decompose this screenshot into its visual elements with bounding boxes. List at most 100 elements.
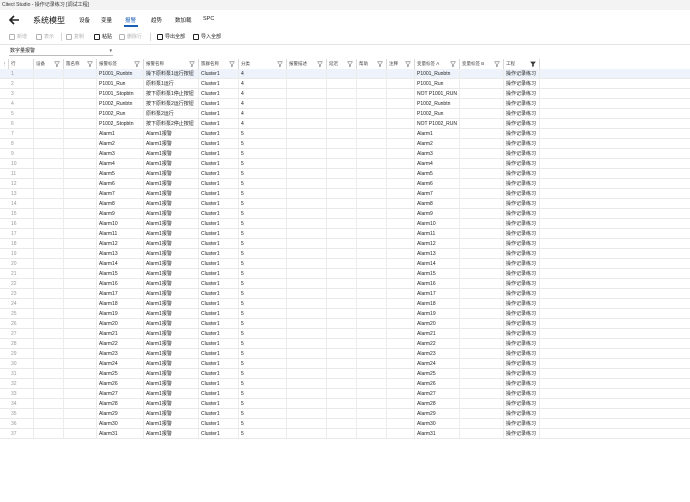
import-all-button[interactable]: 导入全部 (193, 33, 221, 41)
cell-category[interactable]: 5 (239, 309, 287, 319)
cell-alarm-tag[interactable]: P1002_Run (97, 109, 144, 119)
table-row[interactable]: 11 Alarm5 Alarm1报警 Cluster1 5 Alarm5 操作记录练习 (0, 169, 690, 179)
table-row[interactable]: 22 Alarm16 Alarm1报警 Cluster1 5 Alarm16 操作记录练习 (0, 279, 690, 289)
table-row[interactable]: 33 Alarm27 Alarm1报警 Cluster1 5 Alarm27 操作记录练习 (0, 389, 690, 399)
cell-project[interactable]: 操作记录练习 (504, 359, 540, 369)
copy-button[interactable]: 复制 (66, 33, 84, 41)
cell-description[interactable] (287, 69, 327, 79)
cell-cluster-group[interactable]: Cluster1 (199, 239, 239, 249)
cell-delay[interactable] (327, 419, 357, 429)
cell-row-number[interactable]: 16 (9, 219, 34, 229)
cell-help[interactable] (357, 349, 387, 359)
table-row[interactable]: 23 Alarm17 Alarm1报警 Cluster1 5 Alarm17 操作记录练习 (0, 289, 690, 299)
table-row[interactable]: 24 Alarm18 Alarm1报警 Cluster1 5 Alarm18 操作记录练习 (0, 299, 690, 309)
cell-var-tag-b[interactable] (460, 79, 504, 89)
cell-device[interactable] (34, 419, 64, 429)
cell-var-tag-b[interactable] (460, 309, 504, 319)
cell-alarm-tag[interactable]: Alarm12 (97, 239, 144, 249)
cell-category[interactable]: 5 (239, 219, 287, 229)
cell-alarm-tag[interactable]: Alarm4 (97, 159, 144, 169)
cell-delay[interactable] (327, 89, 357, 99)
cell-cluster-name[interactable] (64, 409, 97, 419)
cell-category[interactable]: 5 (239, 339, 287, 349)
cell-var-tag-b[interactable] (460, 399, 504, 409)
cell-project[interactable]: 操作记录练习 (504, 169, 540, 179)
table-row[interactable]: 32 Alarm26 Alarm1报警 Cluster1 5 Alarm26 操作记录练习 (0, 379, 690, 389)
cell-var-tag-a[interactable]: P1002_Run (415, 109, 460, 119)
cell-category[interactable]: 5 (239, 189, 287, 199)
cell-device[interactable] (34, 179, 64, 189)
cell-alarm-name[interactable]: 操下原料泵1运行按钮 (144, 69, 199, 79)
cell-alarm-name[interactable]: 按下原料泵1停止按钮 (144, 89, 199, 99)
cell-description[interactable] (287, 359, 327, 369)
cell-cluster-group[interactable]: Cluster1 (199, 269, 239, 279)
cell-comment[interactable] (387, 409, 415, 419)
tab-spc[interactable]: SPC (203, 16, 214, 22)
cell-alarm-tag[interactable]: Alarm5 (97, 169, 144, 179)
cell-var-tag-b[interactable] (460, 179, 504, 189)
table-row[interactable]: 19 Alarm13 Alarm1报警 Cluster1 5 Alarm13 操作记录练习 (0, 249, 690, 259)
cell-row-number[interactable]: 14 (9, 199, 34, 209)
cell-description[interactable] (287, 219, 327, 229)
cell-description[interactable] (287, 209, 327, 219)
cell-var-tag-b[interactable] (460, 249, 504, 259)
cell-category[interactable]: 5 (239, 409, 287, 419)
cell-cluster-group[interactable]: Cluster1 (199, 119, 239, 129)
cell-device[interactable] (34, 159, 64, 169)
cell-alarm-name[interactable]: Alarm1报警 (144, 409, 199, 419)
filter-icon[interactable] (450, 61, 456, 67)
cell-row-number[interactable]: 33 (9, 389, 34, 399)
cell-category[interactable]: 5 (239, 329, 287, 339)
cell-help[interactable] (357, 409, 387, 419)
cell-category[interactable]: 5 (239, 319, 287, 329)
cell-delay[interactable] (327, 319, 357, 329)
cell-var-tag-a[interactable]: P1001_Run (415, 79, 460, 89)
cell-device[interactable] (34, 239, 64, 249)
cell-alarm-tag[interactable]: P1002_Stopbtn (97, 119, 144, 129)
cell-cluster-group[interactable]: Cluster1 (199, 189, 239, 199)
cell-description[interactable] (287, 99, 327, 109)
column-header-project[interactable]: 工程 (504, 59, 540, 69)
cell-row-number[interactable]: 2 (9, 79, 34, 89)
cell-category[interactable]: 5 (239, 359, 287, 369)
cell-device[interactable] (34, 199, 64, 209)
cell-cluster-name[interactable] (64, 199, 97, 209)
cell-cluster-name[interactable] (64, 169, 97, 179)
cell-row-number[interactable]: 30 (9, 359, 34, 369)
cell-comment[interactable] (387, 219, 415, 229)
cell-row-number[interactable]: 12 (9, 179, 34, 189)
export-all-button[interactable]: 导出全部 (157, 33, 185, 41)
cell-cluster-name[interactable] (64, 149, 97, 159)
table-row[interactable]: 20 Alarm14 Alarm1报警 Cluster1 5 Alarm14 操作记录练习 (0, 259, 690, 269)
cell-device[interactable] (34, 229, 64, 239)
cell-device[interactable] (34, 399, 64, 409)
cell-description[interactable] (287, 229, 327, 239)
cell-cluster-group[interactable]: Cluster1 (199, 409, 239, 419)
column-header-var-tag-a[interactable]: 变量标签 A (415, 59, 460, 69)
cell-alarm-name[interactable]: Alarm1报警 (144, 269, 199, 279)
cell-cluster-name[interactable] (64, 99, 97, 109)
cell-row-number[interactable]: 15 (9, 209, 34, 219)
cell-device[interactable] (34, 269, 64, 279)
back-arrow-icon[interactable] (7, 13, 21, 27)
cell-category[interactable]: 5 (239, 369, 287, 379)
cell-project[interactable]: 操作记录练习 (504, 249, 540, 259)
cell-var-tag-a[interactable]: Alarm14 (415, 259, 460, 269)
cell-cluster-group[interactable]: Cluster1 (199, 99, 239, 109)
cell-cluster-name[interactable] (64, 259, 97, 269)
cell-category[interactable]: 5 (239, 399, 287, 409)
cell-help[interactable] (357, 369, 387, 379)
column-header-help[interactable]: 帮助 (357, 59, 387, 69)
cell-description[interactable] (287, 269, 327, 279)
cell-device[interactable] (34, 149, 64, 159)
cell-cluster-name[interactable] (64, 239, 97, 249)
cell-var-tag-a[interactable]: Alarm20 (415, 319, 460, 329)
cell-help[interactable] (357, 299, 387, 309)
cell-alarm-name[interactable]: Alarm1报警 (144, 319, 199, 329)
cell-delay[interactable] (327, 219, 357, 229)
cell-cluster-name[interactable] (64, 139, 97, 149)
cell-comment[interactable] (387, 69, 415, 79)
cell-project[interactable]: 操作记录练习 (504, 109, 540, 119)
cell-var-tag-a[interactable]: Alarm31 (415, 429, 460, 439)
cell-comment[interactable] (387, 369, 415, 379)
